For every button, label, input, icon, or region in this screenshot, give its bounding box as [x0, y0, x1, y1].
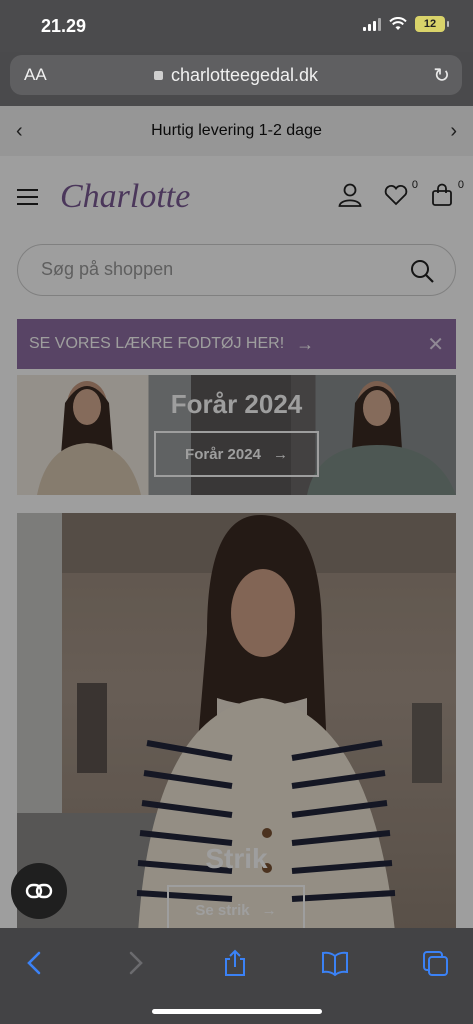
- browser-toolbar: [0, 928, 473, 1024]
- site-logo[interactable]: Charlotte: [60, 178, 190, 216]
- status-time: 21.29: [41, 16, 87, 36]
- url-bar[interactable]: AA charlotteegedal.dk ↻: [10, 55, 462, 95]
- forward-icon[interactable]: [120, 948, 150, 978]
- link-icon: [25, 883, 53, 899]
- promo-bar[interactable]: SE VORES LÆKRE FODTØJ HER! → ✕: [17, 319, 456, 369]
- tabs-icon[interactable]: [420, 948, 450, 978]
- account-icon[interactable]: [337, 182, 363, 208]
- wifi-icon: [389, 17, 407, 30]
- chevron-right-icon[interactable]: ›: [450, 120, 457, 143]
- status-bar: 21.29 12: [0, 0, 473, 52]
- home-indicator: [152, 1009, 322, 1014]
- announcement-text: Hurtig levering 1-2 dage: [151, 122, 322, 139]
- bookmarks-icon[interactable]: [320, 948, 350, 978]
- search-box: [17, 244, 456, 296]
- cart-count: 0: [457, 179, 464, 191]
- arrow-right-icon: →: [261, 901, 277, 919]
- banner-title: Forår 2024: [170, 389, 303, 419]
- hero-button-label: Se strik: [195, 901, 250, 919]
- lock-icon: [153, 71, 163, 80]
- search-input[interactable]: [41, 259, 381, 280]
- menu-icon[interactable]: [17, 189, 38, 205]
- url-text: charlotteegedal.dk: [170, 65, 319, 85]
- back-icon[interactable]: [20, 948, 50, 978]
- cart-icon[interactable]: 0: [429, 179, 464, 208]
- wishlist-count: 0: [411, 179, 418, 191]
- banner-button-label: Forår 2024: [185, 445, 261, 463]
- arrow-right-icon: →: [296, 333, 315, 354]
- web-page: ‹ Hurtig levering 1-2 dage › Charlotte 0…: [0, 106, 473, 928]
- chevron-left-icon[interactable]: ‹: [16, 120, 23, 143]
- promo-text[interactable]: SE VORES LÆKRE FODTØJ HER!: [29, 335, 284, 353]
- hero-button[interactable]: Se strik →: [167, 885, 305, 928]
- arrow-right-icon: →: [272, 445, 288, 463]
- wishlist-icon[interactable]: 0: [383, 179, 418, 208]
- status-icons: 12: [363, 16, 449, 32]
- knitwear-hero[interactable]: Strik Se strik →: [17, 513, 456, 928]
- chat-button[interactable]: [11, 863, 67, 919]
- spring-banner[interactable]: Forår 2024 Forår 2024 →: [17, 375, 456, 495]
- banner-button[interactable]: Forår 2024 →: [154, 431, 319, 477]
- share-icon[interactable]: [220, 948, 250, 978]
- search-icon[interactable]: [409, 258, 435, 284]
- signal-icon: [363, 17, 381, 31]
- site-header: Charlotte 0 0: [0, 156, 473, 238]
- reload-icon[interactable]: ↻: [433, 63, 450, 88]
- announcement-bar: ‹ Hurtig levering 1-2 dage ›: [0, 106, 473, 156]
- hero-title: Strik: [205, 843, 268, 874]
- battery-icon: 12: [415, 16, 449, 32]
- close-icon[interactable]: ✕: [427, 332, 444, 357]
